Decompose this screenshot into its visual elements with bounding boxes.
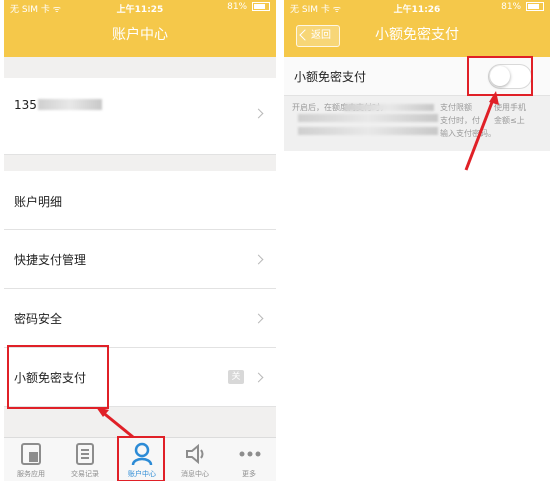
tab-more[interactable]: 更多 [222, 438, 276, 481]
redacted-text [298, 127, 438, 135]
highlight-box [7, 345, 109, 409]
back-button[interactable]: 返回 [296, 25, 340, 47]
account-detail-label: 账户明细 [14, 195, 63, 209]
page-title-text: 小额免密支付 [375, 27, 459, 43]
chevron-right-icon [253, 254, 264, 265]
chevron-right-icon [253, 313, 264, 324]
description-line: 金额≤上 [494, 116, 525, 125]
highlight-box [117, 436, 165, 481]
tab-label: 服务应用 [17, 470, 45, 478]
chevron-right-icon [253, 108, 264, 119]
account-row[interactable]: 135 [4, 78, 276, 155]
password-row[interactable]: 密码安全 [4, 289, 276, 348]
highlight-box [467, 56, 533, 96]
battery-indicator: 81% [227, 2, 270, 12]
chevron-right-icon [253, 372, 264, 383]
description-line: 支付时，付 [440, 116, 480, 125]
apps-icon [21, 443, 41, 465]
status-bar: 无 SIM 卡 ᯤ 上午11:25 81% [4, 0, 276, 15]
password-label: 密码安全 [14, 312, 63, 326]
battery-icon [526, 2, 544, 11]
page-title: 账户中心 [4, 14, 276, 57]
tab-messages[interactable]: 消息中心 [168, 438, 222, 481]
tab-services[interactable]: 服务应用 [4, 438, 58, 481]
tab-records[interactable]: 交易记录 [58, 438, 112, 481]
description-line: 使用手机 [494, 103, 526, 112]
more-icon [239, 451, 261, 457]
quick-pay-row[interactable]: 快捷支付管理 [4, 230, 276, 289]
speaker-icon [186, 443, 204, 465]
page-title: 小额免密支付 返回 [284, 14, 550, 57]
quick-pay-label: 快捷支付管理 [14, 253, 87, 267]
right-phone-screen: 无 SIM 卡 ᯤ 上午11:26 81% 小额免密支付 返回 小额免密支付 开… [284, 0, 550, 481]
redacted-text [298, 114, 438, 122]
tab-label: 消息中心 [181, 470, 209, 478]
description-line: 支付限额 [440, 103, 472, 112]
battery-percent: 81% [501, 2, 522, 12]
redacted-account [38, 99, 102, 110]
account-detail-row[interactable]: 账户明细 [4, 171, 276, 230]
account-number: 135 [14, 98, 37, 112]
battery-icon [252, 2, 270, 11]
battery-indicator: 81% [501, 2, 544, 12]
redacted-text [344, 104, 434, 111]
battery-percent: 81% [227, 2, 248, 12]
toggle-label: 小额免密支付 [294, 70, 367, 84]
status-bar: 无 SIM 卡 ᯤ 上午11:26 81% [284, 0, 550, 15]
status-badge: 关 [228, 370, 244, 384]
description-panel: 开启后，在额度内支付时， 支付限额 使用手机 支付时，付 金额≤上 输入支付密码… [284, 96, 550, 151]
description-line: 输入支付密码。 [440, 129, 496, 138]
tab-label: 交易记录 [71, 470, 99, 478]
records-icon [76, 443, 94, 465]
tab-label: 更多 [242, 470, 256, 478]
left-phone-screen: 无 SIM 卡 ᯤ 上午11:25 81% 账户中心 135 账户明细 快捷支付… [4, 0, 276, 481]
